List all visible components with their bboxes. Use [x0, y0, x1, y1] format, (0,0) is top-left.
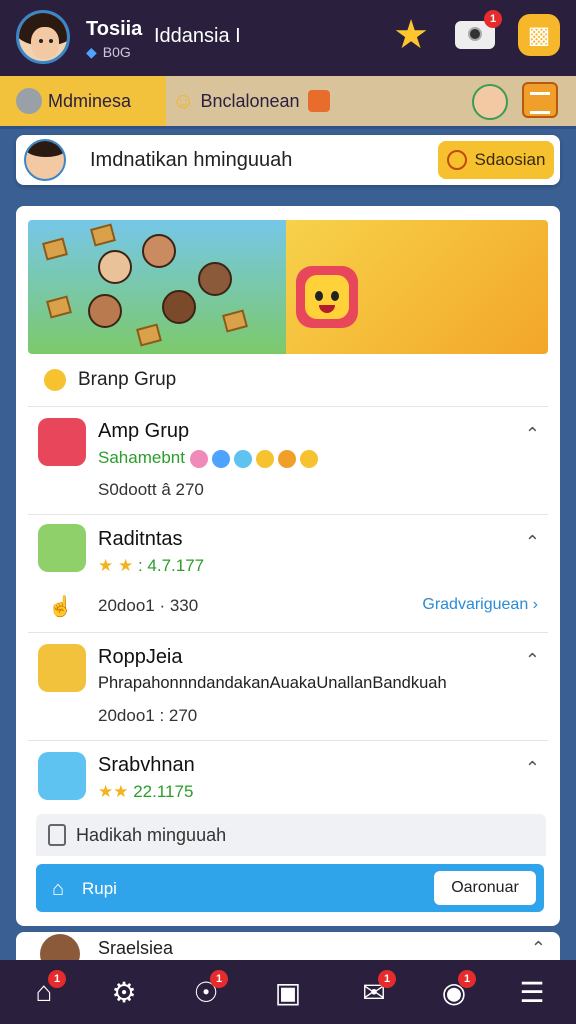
- tab-mdminesa[interactable]: Mdminesa: [0, 76, 166, 126]
- notification-badge: 1: [48, 970, 66, 988]
- chevron-up-icon[interactable]: ⌃: [525, 758, 540, 779]
- list-item[interactable]: Srabvhnan ★★ 22.1175 ⌃: [28, 740, 548, 820]
- gem-icon: ◆: [86, 44, 97, 60]
- item-meta: 20doo1 : 270: [98, 706, 198, 725]
- gear-icon[interactable]: ⚙: [104, 972, 144, 1012]
- avatar: [38, 524, 86, 572]
- item-title: Amp Grup: [98, 420, 190, 442]
- notification-badge: 1: [378, 970, 396, 988]
- profile-avatar[interactable]: [16, 10, 70, 64]
- item-link[interactable]: Gradvariguean ›: [422, 596, 538, 614]
- notification-badge: 1: [484, 10, 502, 28]
- top-bar: Tosiia Iddansia I ◆ B0G ★ 1 ▩: [0, 0, 576, 76]
- chevron-up-icon[interactable]: ⌃: [525, 650, 540, 671]
- document-icon: [48, 824, 66, 846]
- compass-icon[interactable]: ☉ 1: [186, 970, 228, 1012]
- emoji-icon: [44, 369, 66, 391]
- thumbs-up-icon[interactable]: ☝: [48, 594, 73, 619]
- tab-bnclalonean[interactable]: ☺ Bnclalonean: [172, 76, 330, 126]
- mascot-icon: [296, 266, 358, 328]
- suitcase-icon: [38, 644, 86, 692]
- group-card: Branp Grup Amp Grup Sahamebnt S0doott â …: [16, 206, 560, 926]
- search-bar: Imdnatikan hminguuah Sdaosian: [16, 135, 560, 185]
- notification-badge: 1: [210, 970, 228, 988]
- chevron-up-icon[interactable]: ⌃: [525, 532, 540, 553]
- profile-country: Iddansia I: [154, 25, 241, 47]
- profile-name: Tosiia: [86, 18, 143, 40]
- inbox-icon[interactable]: ✉ 1: [354, 970, 396, 1012]
- home-icon[interactable]: ⌂ 1: [24, 970, 66, 1012]
- search-input[interactable]: Imdnatikan hminguuah: [90, 149, 292, 172]
- suggestion-row[interactable]: Hadikah minguuah: [36, 814, 546, 856]
- chevron-up-icon[interactable]: ⌃: [525, 424, 540, 445]
- item-meta: S0doott â 270: [98, 480, 204, 499]
- list-item[interactable]: RoppJeia PhrapahonnndandakanAuakaUnallan…: [28, 632, 548, 741]
- smile-icon: ☺: [172, 88, 195, 113]
- item-description: PhrapahonnndandakanAuakaUnallanBandkuah: [98, 674, 447, 692]
- clock-icon: [446, 150, 467, 170]
- bottom-nav: ⌂ 1 ⚙ ☉ 1 ▣ ✉ 1 ◉ 1 ☰: [0, 960, 576, 1024]
- list-item[interactable]: Amp Grup Sahamebnt S0doott â 270 ⌃: [28, 406, 548, 515]
- next-card-peek[interactable]: Sraelsiea ⌃: [16, 932, 560, 974]
- alarm-mascot-icon: [38, 418, 86, 466]
- chevron-up-icon[interactable]: ⌃: [531, 938, 546, 959]
- promo-banner[interactable]: [28, 220, 548, 354]
- item-rating: ★★ 22.1175: [98, 782, 194, 801]
- gift-icon: [307, 90, 330, 112]
- user-avatar: [24, 139, 66, 181]
- chat-icon[interactable]: ◉ 1: [434, 970, 476, 1012]
- item-rating: ★ ★ : 4.7.177: [98, 556, 205, 575]
- board-icon[interactable]: ▣: [268, 972, 308, 1012]
- menu-icon[interactable]: ☰: [512, 972, 552, 1012]
- category-tabs: Mdminesa ☺ Bnclalonean: [0, 76, 576, 129]
- avatar: [38, 752, 86, 800]
- robot-icon: [16, 88, 42, 114]
- action-button[interactable]: Oaronuar: [434, 871, 536, 905]
- item-subtitle: Sahamebnt: [98, 448, 322, 468]
- action-bar: ⌂ Rupi Oaronuar: [36, 864, 544, 912]
- star-icon[interactable]: ★: [390, 14, 432, 56]
- item-meta: 20doo1 · 330: [98, 596, 199, 615]
- chef-hat-icon[interactable]: ▩: [518, 14, 560, 56]
- group-header: Branp Grup: [28, 354, 548, 407]
- item-title: Raditntas: [98, 528, 183, 550]
- search-button[interactable]: Sdaosian: [438, 141, 554, 179]
- friend-avatar[interactable]: [472, 84, 508, 120]
- profile-subline: ◆ B0G: [86, 44, 131, 60]
- reaction-icons: [189, 448, 322, 468]
- item-title: RoppJeia: [98, 646, 183, 668]
- item-title: Srabvhnan: [98, 754, 195, 776]
- banner-kids-illustration: [28, 220, 286, 354]
- home-icon[interactable]: ⌂: [52, 878, 64, 901]
- camera-icon[interactable]: 1: [454, 10, 502, 56]
- notification-badge: 1: [458, 970, 476, 988]
- list-item[interactable]: Raditntas ★ ★ : 4.7.177 ☝ 20doo1 · 330 G…: [28, 514, 548, 633]
- calendar-icon[interactable]: [522, 82, 558, 118]
